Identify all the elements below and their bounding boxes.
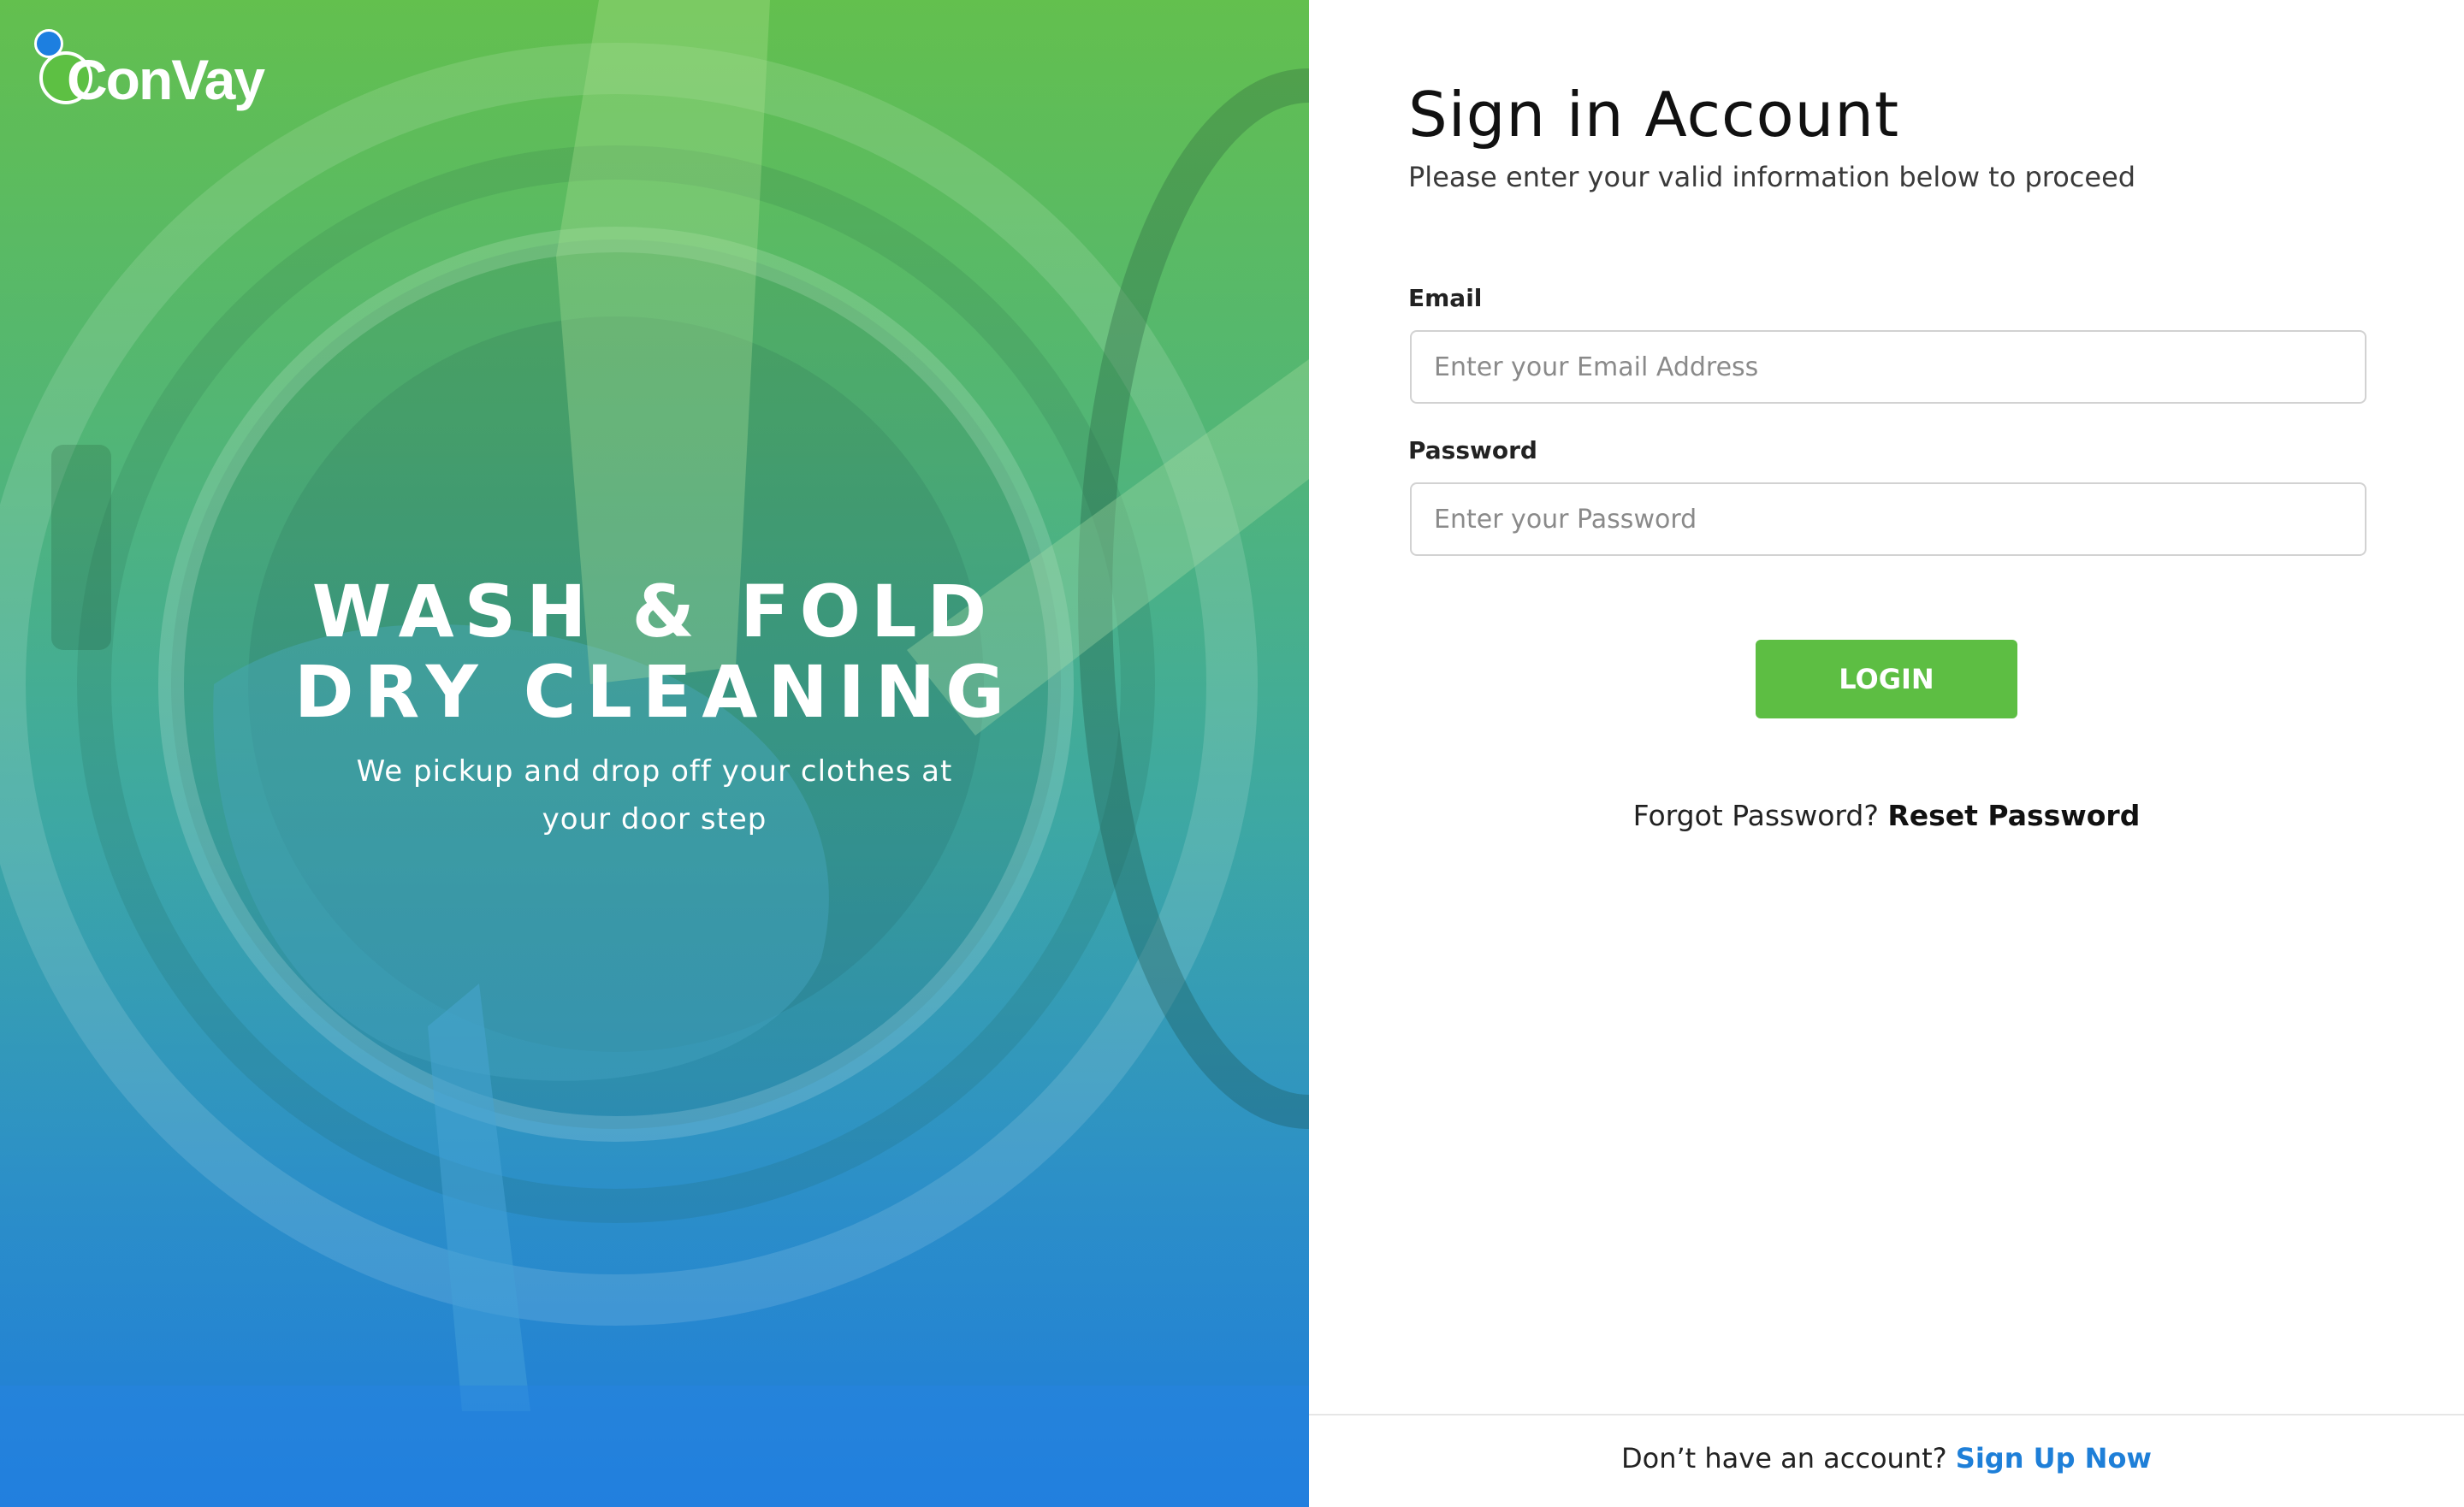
signup-prompt: Don’t have an account? — [1621, 1442, 1956, 1474]
password-field[interactable] — [1410, 482, 2366, 556]
page-title: Sign in Account — [1408, 79, 1900, 151]
sign-in-form-panel: Sign in Account Please enter your valid … — [1309, 0, 2464, 1507]
sign-in-page: ConVay WASH & FOLD DRY CLEANING We picku… — [0, 0, 2464, 1507]
convay-logo[interactable]: ConVay — [33, 26, 265, 128]
login-button[interactable]: LOGIN — [1756, 640, 2017, 718]
hero-copy: WASH & FOLD DRY CLEANING We pickup and d… — [0, 571, 1309, 843]
forgot-password-row: Forgot Password? Reset Password — [1309, 799, 2464, 832]
email-field[interactable] — [1410, 330, 2366, 404]
email-label: Email — [1408, 284, 1483, 312]
signup-footer: Don’t have an account? Sign Up Now — [1309, 1442, 2464, 1474]
page-subtitle: Please enter your valid information belo… — [1408, 161, 2136, 193]
hero-headline-line2: DRY CLEANING — [293, 650, 1016, 734]
sign-up-link[interactable]: Sign Up Now — [1956, 1442, 2152, 1474]
forgot-password-text: Forgot Password? — [1632, 799, 1888, 832]
logo-wordmark: ConVay — [67, 48, 265, 111]
hero-panel: ConVay WASH & FOLD DRY CLEANING We picku… — [0, 0, 1309, 1507]
hero-tagline: We pickup and drop off your clothes at y… — [356, 754, 953, 836]
logo-dot-icon — [34, 29, 63, 58]
password-label: Password — [1408, 436, 1537, 464]
footer-divider — [1309, 1414, 2464, 1415]
reset-password-link[interactable]: Reset Password — [1887, 799, 2140, 832]
hero-headline-line1: WASH & FOLD — [311, 570, 998, 653]
